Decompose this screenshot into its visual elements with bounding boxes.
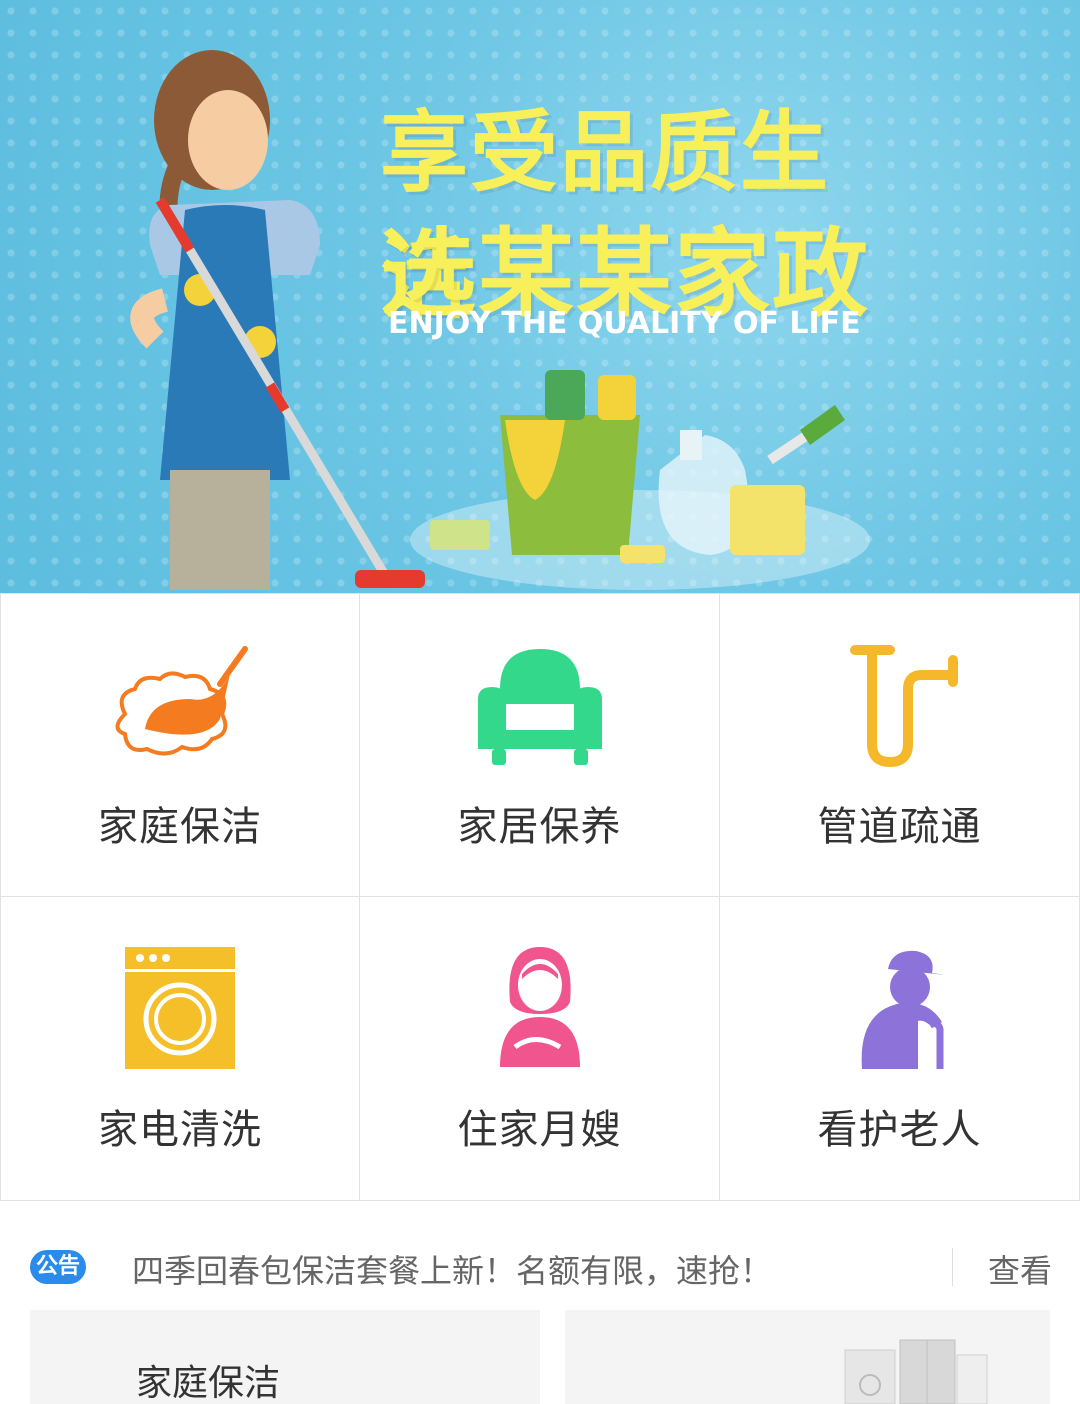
- sofa-icon: [477, 649, 602, 765]
- service-appliance-cleaning[interactable]: 家电清洗: [0, 897, 360, 1201]
- banner-subtitle: ENJOY THE QUALITY OF LIFE: [388, 306, 861, 341]
- appliance-image: [844, 1339, 988, 1404]
- service-live-in-nanny[interactable]: 住家月嫂: [360, 897, 720, 1201]
- promo-card-title: 家庭保洁: [136, 1363, 281, 1404]
- promo-card-home-cleaning[interactable]: 家庭保洁: [30, 1310, 540, 1404]
- view-announcement-link[interactable]: 查看: [988, 1246, 1052, 1292]
- service-grid: 家庭保洁 家居保养 管道疏通 家电清洗 住家月嫂 看护老人: [0, 593, 1080, 1201]
- announcement-bar[interactable]: 公告 四季回春包保洁套餐上新！名额有限，速抢！ 查看: [0, 1230, 1080, 1304]
- elderly-icon: [861, 950, 946, 1069]
- service-label: 家庭保洁: [98, 804, 262, 850]
- service-home-cleaning[interactable]: 家庭保洁: [0, 594, 360, 897]
- service-label: 家居保养: [457, 804, 622, 850]
- service-home-maintenance[interactable]: 家居保养: [360, 594, 720, 897]
- promo-card-appliance[interactable]: [565, 1310, 1050, 1404]
- service-label: 住家月嫂: [457, 1107, 622, 1153]
- hero-banner[interactable]: 享受品质生活 选某某家政 ENJOY THE QUALITY OF LIFE: [0, 0, 1080, 593]
- washing-machine-icon: [125, 947, 235, 1069]
- pipe-icon: [849, 645, 958, 768]
- service-elderly-care[interactable]: 看护老人: [720, 897, 1080, 1201]
- broom-icon: [115, 646, 248, 756]
- service-pipe-dredging[interactable]: 管道疏通: [720, 594, 1080, 897]
- service-label: 看护老人: [817, 1107, 982, 1153]
- nanny-icon: [499, 947, 580, 1067]
- divider: [952, 1248, 953, 1286]
- service-label: 管道疏通: [817, 804, 982, 850]
- announcement-text[interactable]: 四季回春包保洁套餐上新！名额有限，速抢！: [132, 1246, 772, 1292]
- service-label: 家电清洗: [98, 1107, 262, 1153]
- announcement-badge: 公告: [30, 1250, 86, 1284]
